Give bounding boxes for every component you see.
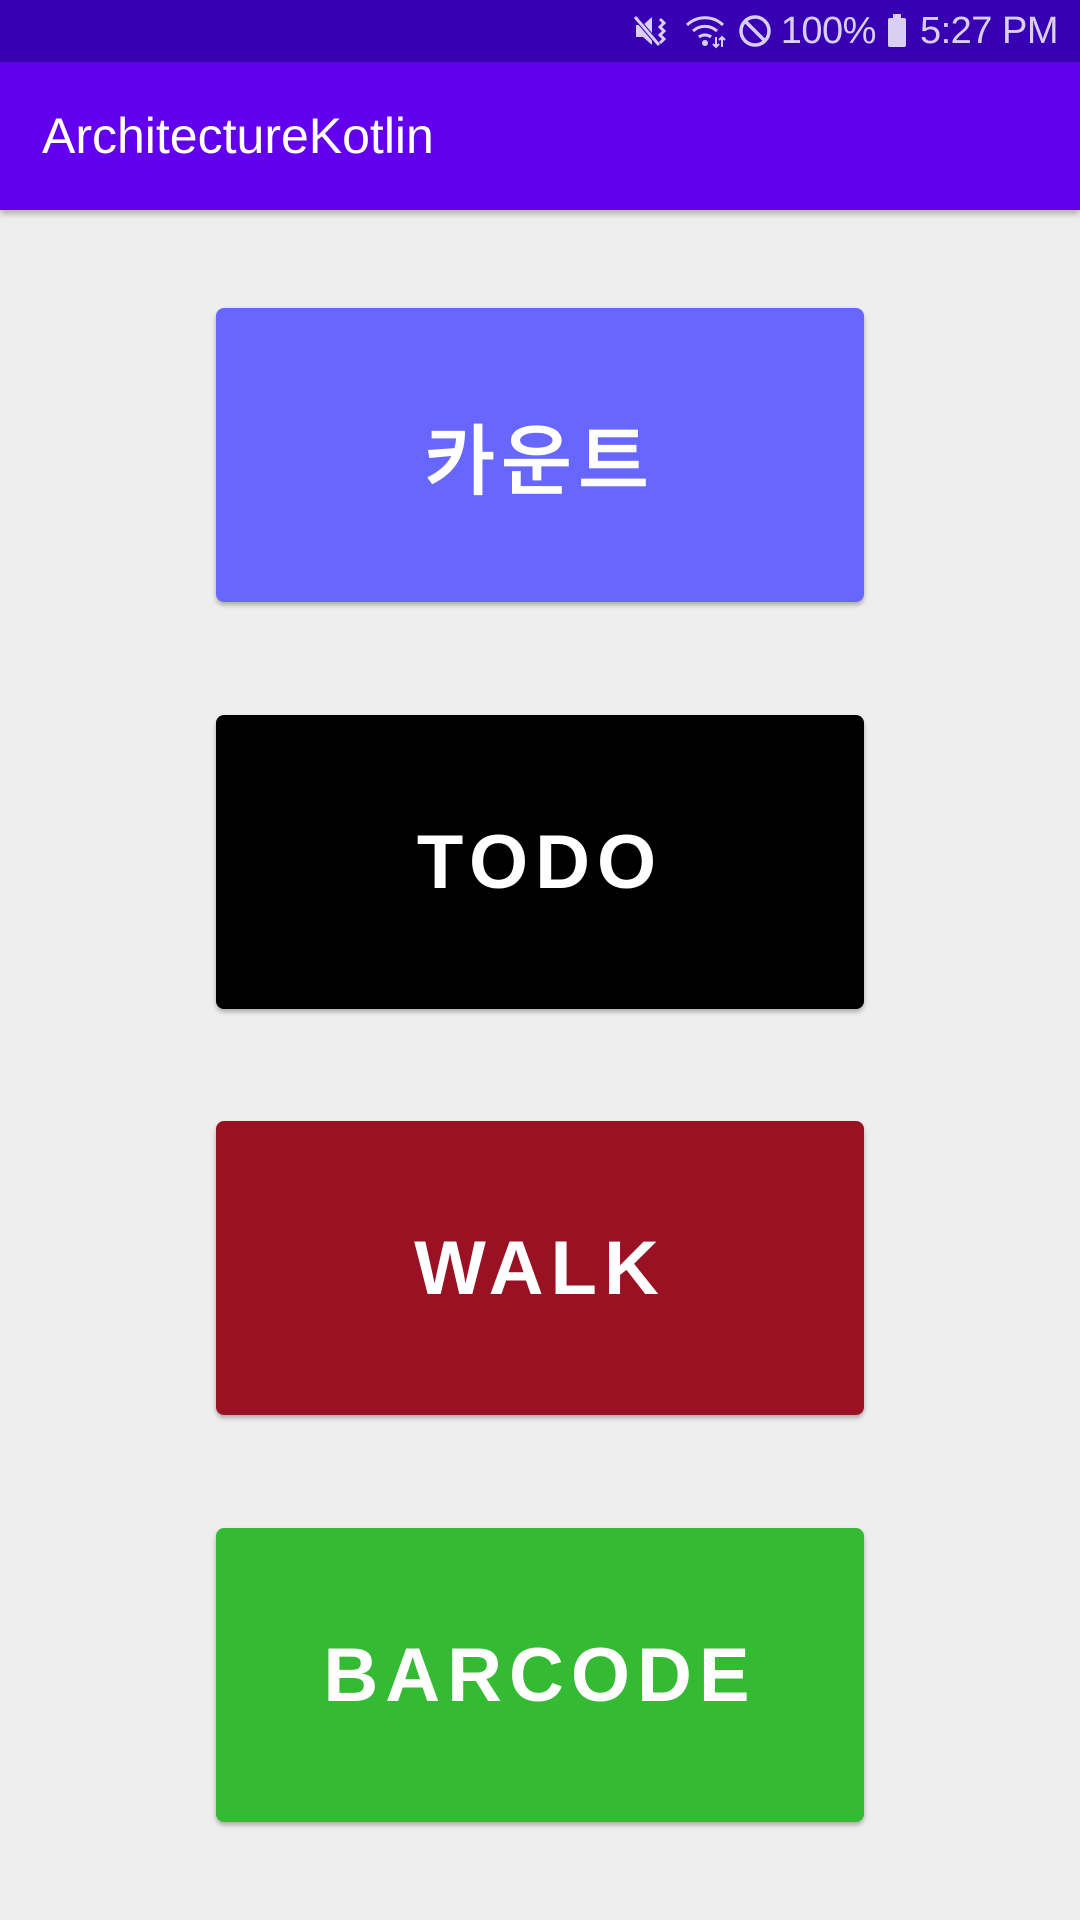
barcode-button[interactable]: BARCODE — [216, 1528, 864, 1822]
status-bar: 100% 5:27 PM — [0, 0, 1080, 62]
wifi-icon — [683, 13, 727, 49]
walk-button-label: WALK — [414, 1225, 666, 1311]
count-button-label: 카운트 — [424, 420, 656, 505]
app-title: ArchitectureKotlin — [42, 108, 434, 164]
battery-icon — [886, 13, 908, 49]
battery-percent: 100% — [780, 9, 877, 52]
todo-button[interactable]: TODO — [216, 715, 864, 1009]
count-button[interactable]: 카운트 — [216, 308, 864, 602]
todo-button-label: TODO — [416, 819, 664, 905]
do-not-disturb-icon — [737, 13, 773, 49]
status-time: 5:27 PM — [919, 9, 1059, 52]
app-bar: ArchitectureKotlin — [0, 62, 1080, 210]
mute-vibrate-icon — [632, 13, 673, 49]
walk-button[interactable]: WALK — [216, 1121, 864, 1415]
barcode-button-label: BARCODE — [323, 1632, 757, 1718]
